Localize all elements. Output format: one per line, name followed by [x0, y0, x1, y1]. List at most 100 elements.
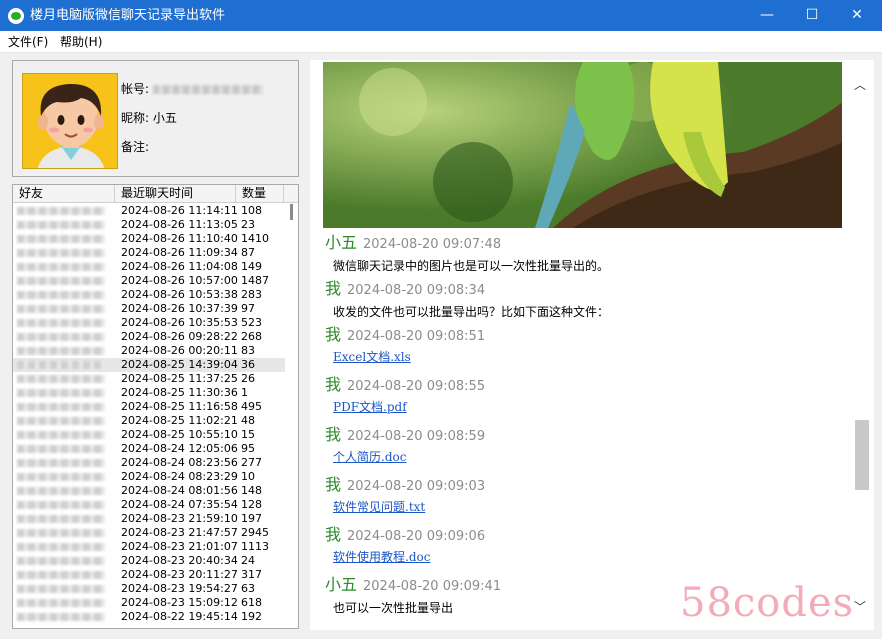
friend-row[interactable]: 2024-08-24 08:23:29 10: [13, 470, 285, 484]
friend-row[interactable]: 2024-08-25 11:37:25 26: [13, 372, 285, 386]
friend-name-blurred: [17, 221, 105, 229]
friend-row[interactable]: 2024-08-23 19:54:27 63: [13, 582, 285, 596]
minimize-button[interactable]: —: [744, 0, 790, 31]
remark-label: 备注:: [121, 140, 150, 154]
profile-panel: 帐号: 昵称: 小五 备注:: [12, 60, 299, 177]
friend-name-blurred: [17, 333, 105, 341]
watermark-58codes: 58codes: [680, 580, 855, 626]
friend-name-blurred: [17, 389, 105, 397]
scroll-up-icon[interactable]: ︿: [854, 76, 866, 93]
message-sender: 我: [325, 325, 342, 344]
friend-row[interactable]: 2024-08-26 11:13:05 23: [13, 218, 285, 232]
friend-row[interactable]: 2024-08-26 10:37:39 97: [13, 302, 285, 316]
friend-row[interactable]: 2024-08-24 07:35:54 128: [13, 498, 285, 512]
chat-image-parrots[interactable]: [323, 62, 843, 228]
friend-list-scrollbar[interactable]: [285, 204, 298, 628]
file-attachment-link[interactable]: 个人简历.doc: [333, 449, 406, 465]
menu-help[interactable]: 帮助(H): [60, 34, 102, 50]
friend-row[interactable]: 2024-08-23 20:11:27 317: [13, 568, 285, 582]
friend-last-chat-time: 2024-08-23 21:01:07: [121, 540, 238, 553]
friend-row[interactable]: 2024-08-26 10:57:00 1487: [13, 274, 285, 288]
friend-row[interactable]: 2024-08-23 21:47:57 2945: [13, 526, 285, 540]
friend-name-blurred: [17, 417, 105, 425]
friend-row[interactable]: 2024-08-24 12:05:06 95: [13, 442, 285, 456]
friend-row[interactable]: 2024-08-25 14:39:04 36: [13, 358, 285, 372]
chat-view[interactable]: 小五 2024-08-20 09:07:48 微信聊天记录中的图片也是可以一次性批量…: [310, 60, 874, 630]
friend-last-chat-time: 2024-08-26 10:37:39: [121, 302, 238, 315]
friend-message-count: 36: [241, 358, 255, 371]
friend-row[interactable]: 2024-08-22 19:45:14 192: [13, 610, 285, 624]
friend-row[interactable]: 2024-08-26 11:10:40 1410: [13, 232, 285, 246]
close-button[interactable]: ✕: [834, 0, 880, 31]
friend-message-count: 24: [241, 554, 255, 567]
friend-last-chat-time: 2024-08-23 19:54:27: [121, 582, 238, 595]
menu-bar: 文件(F) 帮助(H): [0, 31, 882, 53]
friend-message-count: 1487: [241, 274, 269, 287]
friend-row[interactable]: 2024-08-26 09:28:22 268: [13, 330, 285, 344]
friend-row[interactable]: 2024-08-26 11:09:34 87: [13, 246, 285, 260]
friend-last-chat-time: 2024-08-26 00:20:11: [121, 344, 238, 357]
friend-row[interactable]: 2024-08-25 11:16:58 495: [13, 400, 285, 414]
friend-row[interactable]: 2024-08-23 15:09:12 618: [13, 596, 285, 610]
message-time: 2024-08-20 09:08:51: [347, 329, 486, 344]
friend-message-count: 15: [241, 428, 255, 441]
title-bar[interactable]: 楼月电脑版微信聊天记录导出软件 — ☐ ✕: [0, 0, 882, 31]
friend-name-blurred: [17, 361, 105, 369]
account-label: 帐号:: [121, 81, 264, 97]
friend-row[interactable]: 2024-08-26 00:20:11 83: [13, 344, 285, 358]
message-header: 我 2024-08-20 09:09:03: [325, 475, 485, 497]
message-time: 2024-08-20 09:08:34: [347, 283, 486, 298]
friend-name-blurred: [17, 473, 105, 481]
friend-message-count: 2945: [241, 526, 269, 539]
file-attachment-link[interactable]: 软件使用教程.doc: [333, 549, 430, 565]
friend-name-blurred: [17, 459, 105, 467]
friend-row[interactable]: 2024-08-26 10:53:38 283: [13, 288, 285, 302]
chat-scrollbar[interactable]: [842, 60, 872, 630]
friend-last-chat-time: 2024-08-26 11:14:11: [121, 204, 238, 217]
friend-row[interactable]: 2024-08-26 11:04:08 149: [13, 260, 285, 274]
column-header-last-chat-time[interactable]: 最近聊天时间: [115, 185, 236, 203]
friend-message-count: 1113: [241, 540, 269, 553]
friend-row[interactable]: 2024-08-25 11:30:36 1: [13, 386, 285, 400]
friend-list-scroll-thumb[interactable]: [290, 204, 293, 220]
message-header: 我 2024-08-20 09:08:51: [325, 325, 485, 347]
friend-row[interactable]: 2024-08-24 08:01:56 148: [13, 484, 285, 498]
message-text: 微信聊天记录中的图片也是可以一次性批量导出的。: [333, 259, 610, 273]
friend-list[interactable]: 好友 最近聊天时间 数量 2024-08-26 11:14:11 108 2024-…: [12, 184, 299, 629]
file-attachment-link[interactable]: PDF文档.pdf: [333, 399, 407, 415]
menu-file[interactable]: 文件(F): [8, 34, 48, 50]
friend-last-chat-time: 2024-08-26 10:35:53: [121, 316, 238, 329]
friend-name-blurred: [17, 445, 105, 453]
friend-last-chat-time: 2024-08-22 19:45:14: [121, 610, 238, 623]
column-header-friend[interactable]: 好友: [13, 185, 115, 203]
file-attachment-link[interactable]: 软件常见问题.txt: [333, 499, 425, 515]
friend-name-blurred: [17, 571, 105, 579]
friend-row[interactable]: 2024-08-26 11:14:11 108: [13, 204, 285, 218]
friend-last-chat-time: 2024-08-25 11:37:25: [121, 372, 238, 385]
friend-message-count: 108: [241, 204, 262, 217]
column-header-count[interactable]: 数量: [236, 185, 284, 203]
message-sender: 我: [325, 279, 342, 298]
friend-message-count: 277: [241, 456, 262, 469]
friend-row[interactable]: 2024-08-25 11:02:21 48: [13, 414, 285, 428]
nickname-label: 昵称: 小五: [121, 111, 177, 125]
friend-row[interactable]: 2024-08-23 21:01:07 1113: [13, 540, 285, 554]
friend-row[interactable]: 2024-08-23 21:59:10 197: [13, 512, 285, 526]
friend-last-chat-time: 2024-08-24 08:01:56: [121, 484, 238, 497]
friend-message-count: 149: [241, 260, 262, 273]
file-attachment-link[interactable]: Excel文档.xls: [333, 349, 411, 365]
scroll-down-icon[interactable]: ﹀: [854, 598, 866, 615]
friend-message-count: 97: [241, 302, 255, 315]
friend-row[interactable]: 2024-08-26 10:35:53 523: [13, 316, 285, 330]
friend-message-count: 128: [241, 498, 262, 511]
friend-row[interactable]: 2024-08-23 20:40:34 24: [13, 554, 285, 568]
message-header: 我 2024-08-20 09:08:59: [325, 425, 485, 447]
friend-last-chat-time: 2024-08-26 10:57:00: [121, 274, 238, 287]
friend-row[interactable]: 2024-08-24 08:23:56 277: [13, 456, 285, 470]
chat-scroll-thumb[interactable]: [855, 420, 869, 490]
maximize-button[interactable]: ☐: [789, 0, 835, 31]
message-header: 我 2024-08-20 09:09:06: [325, 525, 485, 547]
friend-row[interactable]: 2024-08-25 10:55:10 15: [13, 428, 285, 442]
friend-name-blurred: [17, 347, 105, 355]
friend-name-blurred: [17, 319, 105, 327]
